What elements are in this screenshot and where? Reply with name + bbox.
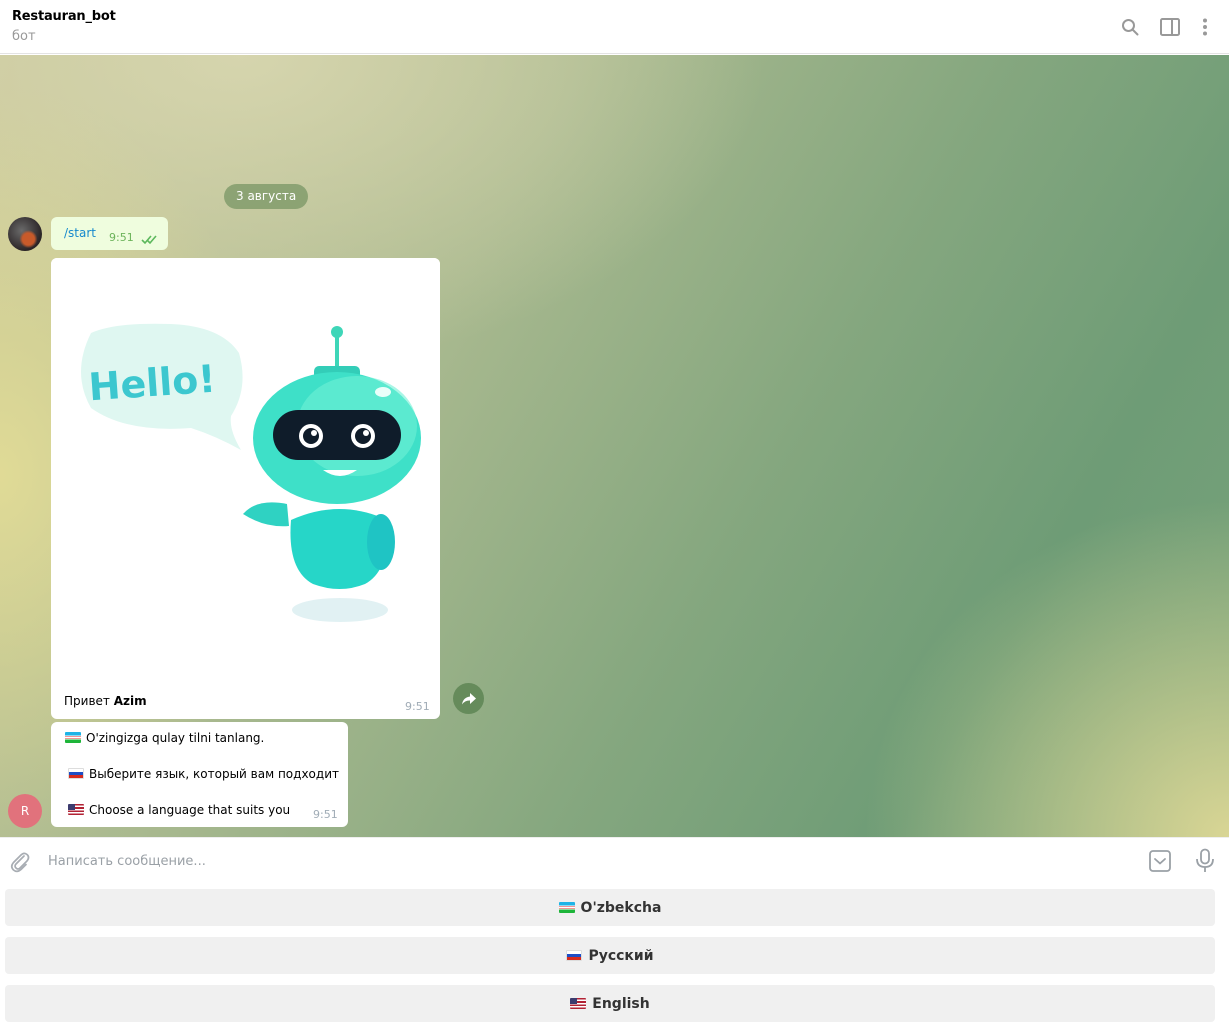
message-time: 9:51	[109, 231, 134, 244]
keyboard-button-label: Русский	[588, 947, 654, 964]
keyboard-button-russian[interactable]: Русский	[5, 937, 1215, 974]
search-icon[interactable]	[1117, 14, 1143, 40]
paperclip-icon[interactable]	[8, 850, 32, 874]
outgoing-message[interactable]: /start 9:51	[51, 217, 168, 250]
keyboard-button-label: O'zbekcha	[580, 899, 662, 916]
language-prompt-message[interactable]: O'zingizga qulay tilni tanlang. Выберите…	[51, 722, 348, 827]
read-checkmarks-icon	[141, 230, 159, 249]
message-time: 9:51	[313, 808, 338, 821]
chat-header: Restauran_bot бот	[0, 0, 1229, 54]
usa-flag-icon	[68, 804, 84, 815]
chat-area[interactable]: 3 августа /start 9:51 Hello! Привет Azim…	[0, 55, 1229, 837]
caption-name: Azim	[113, 694, 147, 708]
message-input[interactable]	[40, 848, 1130, 874]
message-composer	[0, 837, 1229, 884]
prompt-text-uz: O'zingizga qulay tilni tanlang.	[86, 731, 265, 745]
chat-title[interactable]: Restauran_bot	[12, 9, 116, 24]
keyboard-button-uzbek[interactable]: O'zbekcha	[5, 889, 1215, 926]
uzbekistan-flag-icon	[558, 902, 575, 913]
russia-flag-icon	[566, 950, 583, 961]
caption-greeting: Привет	[64, 694, 110, 708]
keyboard-button-english[interactable]: English	[5, 985, 1215, 1022]
photo-caption: Привет Azim	[64, 694, 147, 708]
uzbekistan-flag-icon	[65, 732, 81, 743]
share-arrow-icon	[461, 692, 476, 704]
more-vertical-icon[interactable]	[1192, 14, 1218, 40]
russia-flag-icon	[68, 768, 84, 779]
message-time: 9:51	[405, 700, 430, 713]
sidebar-toggle-icon[interactable]	[1157, 14, 1183, 40]
prompt-line-uz: O'zingizga qulay tilni tanlang.	[65, 731, 264, 745]
hello-image-text: Hello!	[87, 357, 217, 410]
keyboard-button-label: English	[592, 995, 650, 1012]
share-button[interactable]	[453, 683, 484, 714]
hello-robot-image[interactable]: Hello!	[51, 258, 440, 686]
prompt-text-ru: Выберите язык, который вам подходит	[89, 767, 339, 781]
usa-flag-icon	[570, 998, 587, 1009]
photo-message[interactable]: Hello! Привет Azim 9:51	[51, 258, 440, 719]
microphone-icon[interactable]	[1194, 848, 1216, 874]
chat-subtitle: бот	[12, 29, 36, 44]
bot-avatar[interactable]: R	[8, 794, 42, 828]
user-avatar[interactable]	[8, 217, 42, 251]
bot-keyboard-toggle-icon[interactable]	[1148, 849, 1172, 873]
prompt-line-en: Choose a language that suits you	[68, 803, 290, 817]
date-separator: 3 августа	[224, 184, 309, 209]
prompt-line-ru: Выберите язык, который вам подходит	[68, 767, 339, 781]
start-command-link[interactable]: /start	[64, 226, 96, 240]
prompt-text-en: Choose a language that suits you	[89, 803, 291, 817]
